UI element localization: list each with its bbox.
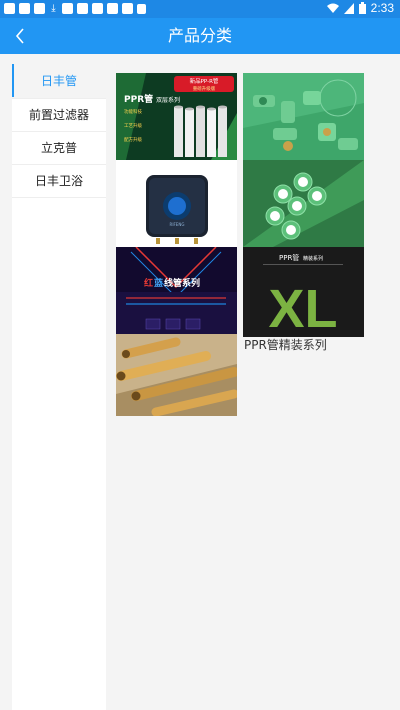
sidebar-item-prefilter[interactable]: 前置过滤器 [12,99,106,132]
notification-icon [62,3,73,14]
notification-icon [77,3,88,14]
poster-headline: 蓝 [154,277,163,289]
back-button[interactable] [6,22,34,50]
notification-icon [122,3,133,14]
notification-icon [34,3,45,14]
poster-headline: PPR管 [124,93,153,105]
page-title: 产品分类 [167,26,232,45]
poster-headline: 线管系列 [164,277,200,289]
sidebar-item-likepu[interactable]: 立克普 [12,132,106,165]
sidebar-item-rifengguan[interactable]: 日丰管 [12,64,106,99]
product-card[interactable]: 新品PP-R管 重磅升级版 PPR管 双层系列 功能科技 工艺升级 配方升级 [116,73,237,160]
status-bar: ⤓ 2:33 [0,0,400,18]
notification-icon [19,3,30,14]
battery-icon [358,2,366,14]
status-time: 2:33 [370,1,394,15]
product-image: 红 蓝 线管系列 [116,247,237,334]
poster-feature: 工艺升级 [124,122,142,129]
notification-icon [4,3,15,14]
svg-text:RIFENG: RIFENG [170,222,185,227]
product-card[interactable] [243,73,364,160]
category-sidebar: 日丰管 前置过滤器 立克普 日丰卫浴 [12,64,106,710]
notification-icon [137,4,146,14]
product-card[interactable] [243,160,364,247]
wifi-icon [326,3,339,13]
chevron-left-icon [15,28,24,44]
product-card[interactable] [116,334,237,416]
product-image [243,160,364,247]
notification-icon [107,3,118,14]
poster-badge: 新品PP-R管 [190,77,219,85]
product-card[interactable]: 红 蓝 线管系列 [116,247,237,334]
poster-headline-sub: 精装系列 [303,255,323,262]
status-right: 2:33 [326,1,394,15]
product-caption[interactable]: PPR管精装系列 [244,336,374,353]
notification-icon [92,3,103,14]
product-image: RIFENG [116,160,237,247]
signal-icon [343,2,354,14]
product-image [116,334,237,416]
poster-headline: 红 [144,277,153,289]
product-card[interactable]: RIFENG [116,160,237,247]
product-image: 新品PP-R管 重磅升级版 PPR管 双层系列 功能科技 工艺升级 配方升级 [116,73,237,160]
poster-feature: 配方升级 [124,136,142,143]
poster-badge-sub: 重磅升级版 [193,85,216,92]
sidebar-item-bathroom[interactable]: 日丰卫浴 [12,165,106,198]
app-bar: 产品分类 [0,18,400,54]
download-icon: ⤓ [51,3,56,14]
poster-feature: 功能科技 [124,108,142,115]
poster-headline-sub: 双层系列 [156,96,180,104]
poster-logo: XL [268,279,337,337]
product-card[interactable]: PPR管 精装系列 XL [243,247,364,337]
notification-icons: ⤓ [4,3,146,14]
product-image: PPR管 精装系列 XL [243,247,364,337]
product-image [243,73,364,160]
poster-headline: PPR管 [279,253,299,262]
